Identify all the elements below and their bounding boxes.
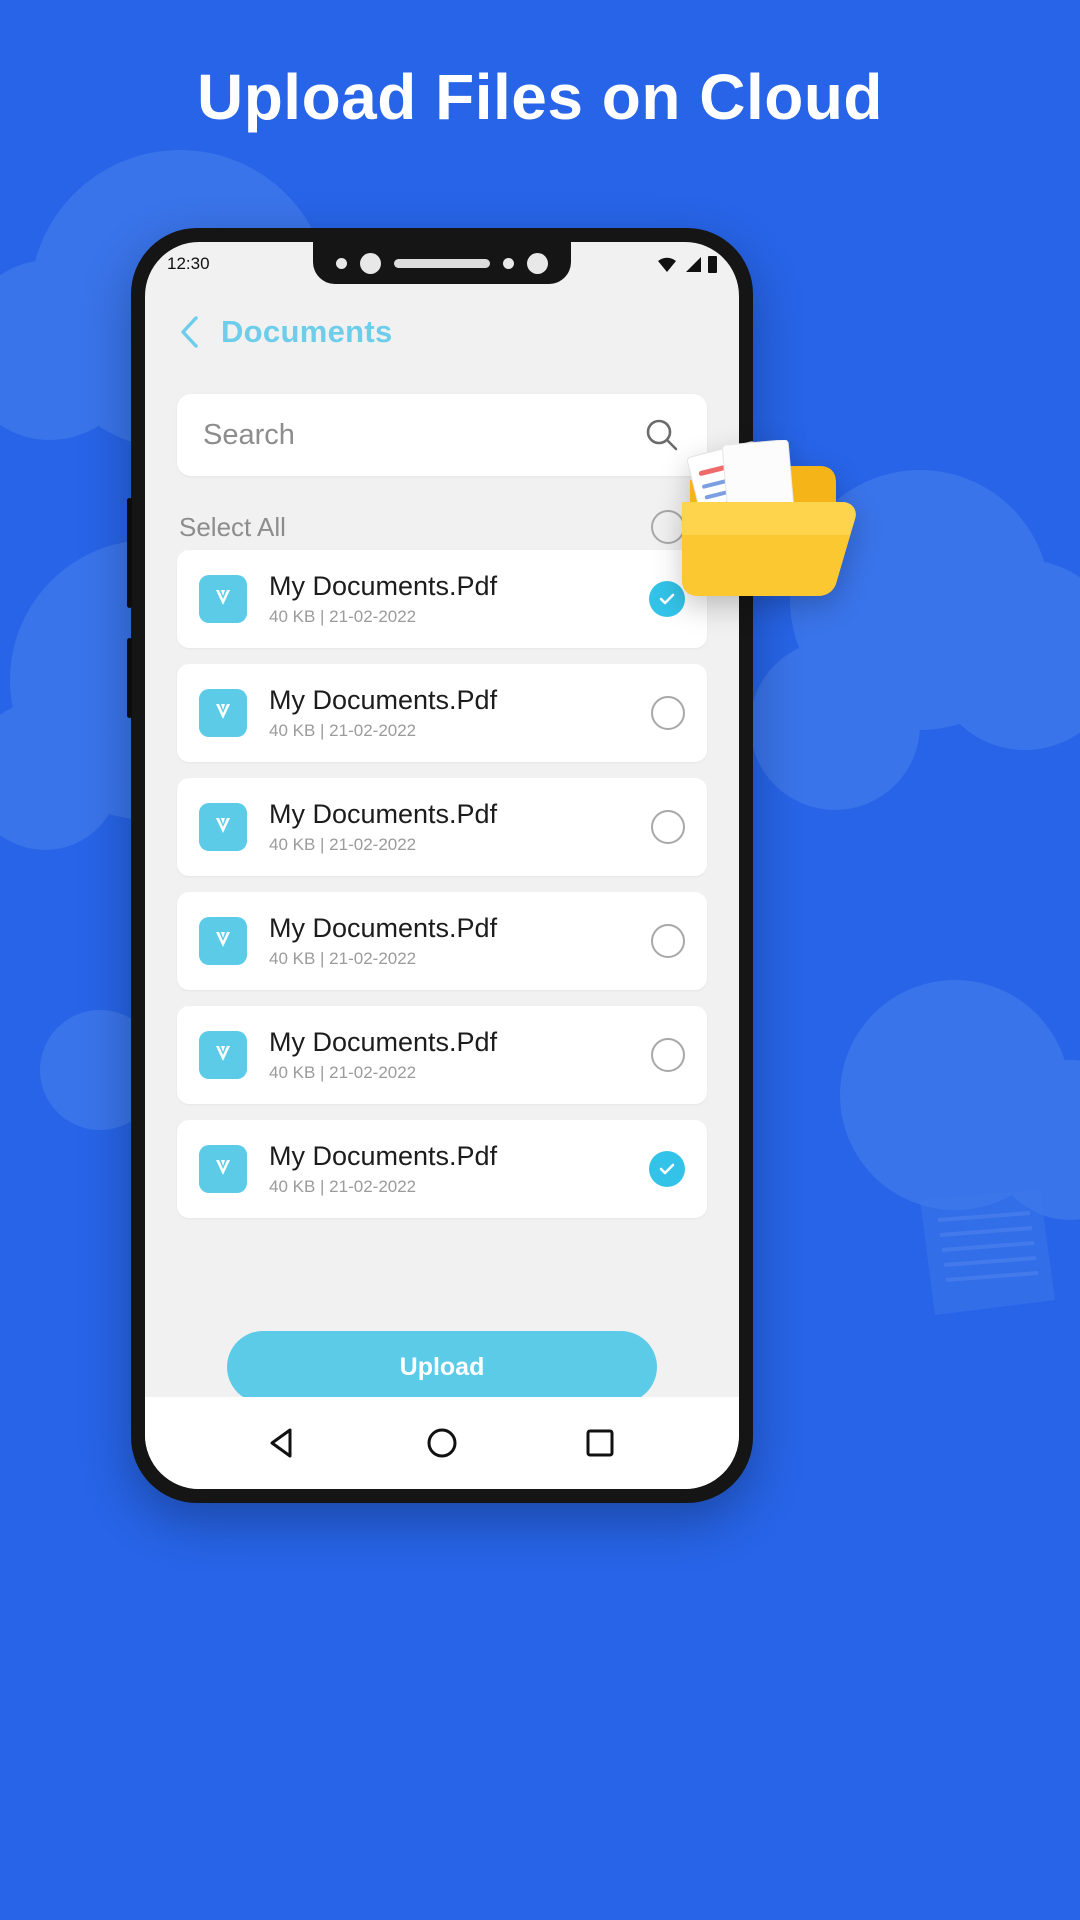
- wifi-icon: [658, 257, 676, 272]
- android-nav-bar: [145, 1397, 739, 1489]
- table-row[interactable]: My Documents.Pdf 40 KB | 21-02-2022: [177, 1120, 707, 1218]
- camera-icon: [527, 252, 548, 274]
- status-time: 12:30: [167, 254, 210, 273]
- status-icons: [656, 255, 717, 273]
- file-info: My Documents.Pdf 40 KB | 21-02-2022: [269, 685, 651, 740]
- sensor-icon: [503, 257, 514, 269]
- earpiece-speaker: [394, 258, 490, 268]
- chevron-left-icon[interactable]: [179, 315, 199, 349]
- app-header: Documents: [145, 302, 739, 362]
- table-row[interactable]: My Documents.Pdf 40 KB | 21-02-2022: [177, 778, 707, 876]
- file-info: My Documents.Pdf 40 KB | 21-02-2022: [269, 1027, 651, 1082]
- back-triangle-icon[interactable]: [264, 1423, 304, 1463]
- background-cloud: [750, 640, 920, 810]
- app-title: Documents: [221, 314, 393, 349]
- file-meta: 40 KB | 21-02-2022: [269, 720, 417, 740]
- pdf-file-icon: [199, 917, 247, 965]
- search-bar[interactable]: Search: [177, 394, 707, 476]
- file-name: My Documents.Pdf: [269, 685, 498, 716]
- file-info: My Documents.Pdf 40 KB | 21-02-2022: [269, 913, 651, 968]
- file-name: My Documents.Pdf: [269, 913, 498, 944]
- select-all-label: Select All: [179, 511, 286, 542]
- file-meta: 40 KB | 21-02-2022: [269, 1062, 417, 1082]
- file-list: My Documents.Pdf 40 KB | 21-02-2022 My D…: [177, 550, 707, 1234]
- file-meta: 40 KB | 21-02-2022: [269, 834, 417, 854]
- file-meta: 40 KB | 21-02-2022: [269, 948, 417, 968]
- file-name: My Documents.Pdf: [269, 799, 498, 830]
- file-info: My Documents.Pdf 40 KB | 21-02-2022: [269, 571, 649, 626]
- pdf-file-icon: [199, 1031, 247, 1079]
- file-name: My Documents.Pdf: [269, 571, 498, 602]
- file-checkbox[interactable]: [651, 924, 685, 958]
- file-checkbox[interactable]: [651, 810, 685, 844]
- file-checkbox-checked[interactable]: [649, 1151, 685, 1187]
- sensor-icon: [336, 257, 347, 269]
- upload-button[interactable]: Upload: [227, 1331, 657, 1403]
- file-info: My Documents.Pdf 40 KB | 21-02-2022: [269, 1141, 649, 1196]
- table-row[interactable]: My Documents.Pdf 40 KB | 21-02-2022: [177, 550, 707, 648]
- pdf-file-icon: [199, 1145, 247, 1193]
- search-input[interactable]: Search: [203, 419, 643, 452]
- folder-with-documents-icon: [682, 440, 856, 596]
- pdf-file-icon: [199, 575, 247, 623]
- file-info: My Documents.Pdf 40 KB | 21-02-2022: [269, 799, 651, 854]
- pdf-file-icon: [199, 803, 247, 851]
- pdf-file-icon: [199, 689, 247, 737]
- table-row[interactable]: My Documents.Pdf 40 KB | 21-02-2022: [177, 664, 707, 762]
- battery-icon: [708, 255, 717, 273]
- home-circle-icon[interactable]: [422, 1423, 462, 1463]
- file-meta: 40 KB | 21-02-2022: [269, 1176, 417, 1196]
- camera-icon: [360, 252, 381, 274]
- recents-square-icon[interactable]: [580, 1423, 620, 1463]
- table-row[interactable]: My Documents.Pdf 40 KB | 21-02-2022: [177, 892, 707, 990]
- signal-icon: [686, 256, 701, 272]
- select-all-row[interactable]: Select All: [177, 500, 707, 554]
- phone-screen: 12:30 Documents Search Select All My Doc…: [145, 242, 739, 1489]
- file-checkbox[interactable]: [651, 696, 685, 730]
- file-name: My Documents.Pdf: [269, 1027, 498, 1058]
- table-row[interactable]: My Documents.Pdf 40 KB | 21-02-2022: [177, 1006, 707, 1104]
- document-outline-icon: [920, 1190, 1055, 1315]
- file-name: My Documents.Pdf: [269, 1141, 498, 1172]
- page-title: Upload Files on Cloud: [196, 61, 884, 133]
- phone-notch: [313, 242, 571, 284]
- file-meta: 40 KB | 21-02-2022: [269, 606, 417, 626]
- file-checkbox[interactable]: [651, 1038, 685, 1072]
- phone-mockup: 12:30 Documents Search Select All My Doc…: [127, 228, 753, 1503]
